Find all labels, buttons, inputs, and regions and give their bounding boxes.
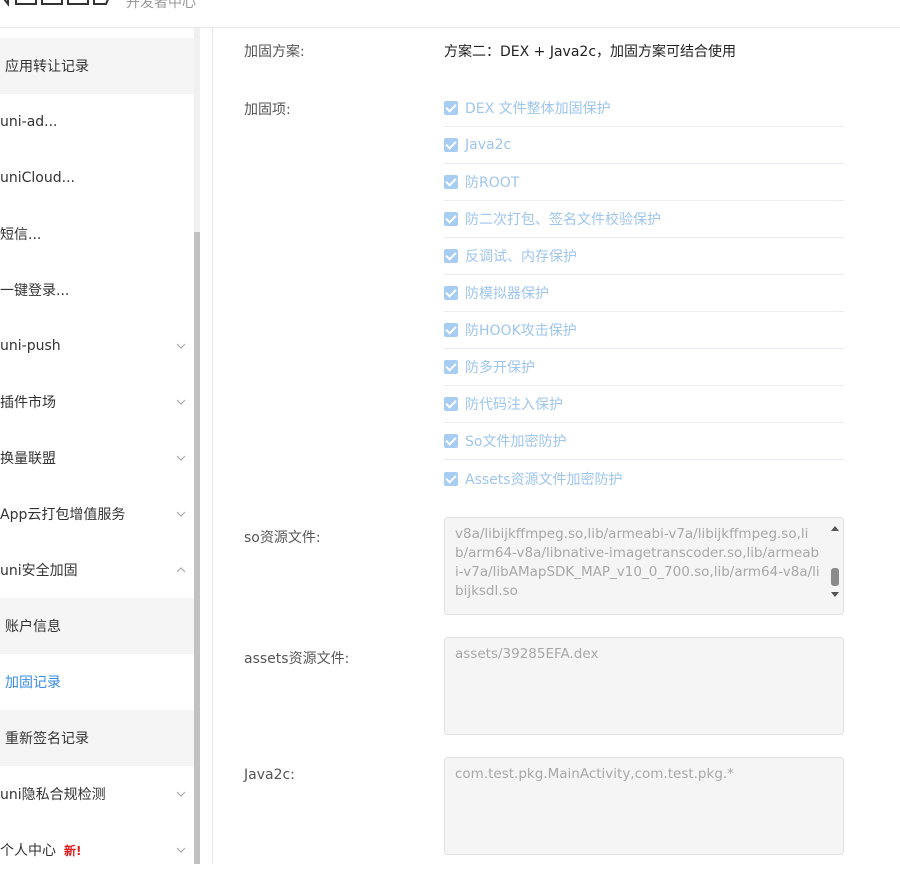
hardening-item-label: Assets资源文件加密防护 — [465, 471, 623, 488]
assets-files-textarea[interactable]: assets/39285EFA.dex — [444, 637, 844, 735]
sidebar-item-unicloud[interactable]: uniCloud... — [0, 150, 194, 206]
sidebar-item-label: 换量联盟 — [0, 451, 56, 467]
hardening-item-anti-emulator: 防模拟器保护 — [444, 275, 844, 312]
sidebar-item-label: 短信... — [0, 227, 42, 243]
hardening-item-anti-repackage: 防二次打包、签名文件校验保护 — [444, 201, 844, 238]
so-files-textarea[interactable]: v8a/libijkffmpeg.so,lib/armeabi-v7a/libi… — [444, 517, 844, 615]
hardening-item-label: 防HOOK攻击保护 — [465, 323, 577, 339]
hardening-item-dex: DEX 文件整体加固保护 — [444, 90, 844, 127]
sidebar-item-sms[interactable]: 短信... — [0, 206, 194, 262]
assets-files-label: assets资源文件: — [244, 651, 350, 667]
chevron-down-icon — [176, 343, 186, 349]
check-icon — [444, 212, 458, 226]
sidebar-item-label: 重新签名记录 — [5, 731, 89, 747]
hardening-item-label: 防ROOT — [465, 175, 520, 191]
hardening-item-so-encrypt: So文件加密防护 — [444, 423, 844, 460]
sidebar-item-label: App云打包增值服务 — [0, 507, 126, 523]
hardening-item-label: 防多开保护 — [465, 360, 535, 376]
sidebar-item-uni-security-hardening[interactable]: uni安全加固 — [0, 542, 194, 598]
hardening-item-label: 防二次打包、签名文件校验保护 — [465, 212, 661, 228]
sidebar-item-label: uniCloud... — [0, 170, 75, 186]
sidebar-item-app-transfer-records[interactable]: 应用转让记录 — [0, 38, 194, 94]
hardening-item-label: DEX 文件整体加固保护 — [465, 101, 611, 117]
hardening-item-label: 反调试、内存保护 — [465, 249, 577, 265]
so-files-value: v8a/libijkffmpeg.so,lib/armeabi-v7a/libi… — [455, 526, 820, 599]
hardening-item-anti-hook: 防HOOK攻击保护 — [444, 312, 844, 349]
sidebar-item-label: 加固记录 — [5, 675, 61, 691]
check-icon — [444, 175, 458, 189]
sidebar-item-label: 应用转让记录 — [5, 59, 89, 75]
sidebar-item-hardening-records[interactable]: 加固记录 — [0, 654, 194, 710]
sidebar-item-label: uni-push — [0, 338, 61, 354]
sidebar-item-label-wrap: 个人中心 新! — [0, 840, 81, 860]
chevron-down-icon — [176, 455, 186, 461]
sidebar-item-privacy-compliance[interactable]: uni隐私合规检测 — [0, 766, 194, 822]
hardening-item-anti-debug: 反调试、内存保护 — [444, 238, 844, 275]
java2c-value: com.test.pkg.MainActivity,com.test.pkg.* — [455, 766, 734, 782]
scroll-down-icon[interactable] — [831, 592, 839, 597]
hardening-item-anti-multi-open: 防多开保护 — [444, 349, 844, 386]
sidebar-item-label: 个人中心 — [0, 843, 56, 859]
sidebar-item-personal-center[interactable]: 个人中心 新! — [0, 822, 194, 878]
scheme-value: 方案二：DEX + Java2c，加固方案可结合使用 — [444, 44, 737, 60]
check-icon — [444, 471, 458, 486]
new-badge: 新! — [64, 844, 82, 858]
sidebar-item-uni-push[interactable]: uni-push — [0, 318, 194, 374]
chevron-up-icon — [176, 567, 186, 573]
sidebar: 应用转让记录 uni-ad... uniCloud... 短信... 一键登录.… — [0, 28, 200, 878]
check-icon — [444, 138, 458, 152]
hardening-item-assets-encrypt: Assets资源文件加密防护 — [444, 460, 844, 497]
hardening-item-label: Java2c — [465, 137, 512, 153]
scheme-label: 加固方案: — [244, 44, 305, 60]
check-icon — [444, 249, 458, 263]
top-header: 开发者中心 — [0, 0, 900, 28]
dcloud-logo[interactable] — [0, 0, 124, 10]
content-divider — [212, 28, 213, 864]
sidebar-item-app-cloud-packaging[interactable]: App云打包增值服务 — [0, 486, 194, 542]
check-icon — [444, 323, 458, 337]
sidebar-item-label: uni-ad... — [0, 114, 58, 130]
hardening-item-anti-root: 防ROOT — [444, 164, 844, 201]
check-icon — [444, 434, 458, 448]
sidebar-item-resign-records[interactable]: 重新签名记录 — [0, 710, 194, 766]
scrollbar-thumb[interactable] — [831, 568, 839, 586]
check-icon — [444, 360, 458, 374]
sidebar-item-uni-ad[interactable]: uni-ad... — [0, 94, 194, 150]
assets-files-value: assets/39285EFA.dex — [455, 646, 599, 662]
sidebar-item-label: uni隐私合规检测 — [0, 787, 106, 803]
hardening-item-anti-injection: 防代码注入保护 — [444, 386, 844, 423]
hardening-item-label: 防模拟器保护 — [465, 286, 549, 302]
hardening-items-list: DEX 文件整体加固保护 Java2c 防ROOT 防二次打包、签名文件校验保护… — [444, 90, 844, 497]
sidebar-item-plugin-market[interactable]: 插件市场 — [0, 374, 194, 430]
chevron-down-icon — [176, 847, 186, 853]
sidebar-item-account-info[interactable]: 账户信息 — [0, 598, 194, 654]
sidebar-scrollbar-thumb[interactable] — [194, 232, 200, 864]
java2c-textarea[interactable]: com.test.pkg.MainActivity,com.test.pkg.* — [444, 757, 844, 855]
chevron-down-icon — [176, 511, 186, 517]
sidebar-item-traffic-alliance[interactable]: 换量联盟 — [0, 430, 194, 486]
sidebar-item-label: 插件市场 — [0, 395, 56, 411]
scroll-up-icon[interactable] — [831, 526, 839, 531]
java2c-label: Java2c: — [244, 767, 295, 783]
chevron-down-icon — [176, 399, 186, 405]
sidebar-item-label: 一键登录... — [0, 283, 70, 299]
check-icon — [444, 101, 458, 115]
so-files-label: so资源文件: — [244, 530, 321, 546]
check-icon — [444, 397, 458, 411]
hardening-item-label: 防代码注入保护 — [465, 397, 563, 413]
sidebar-item-label: uni安全加固 — [0, 563, 78, 579]
sidebar-item-one-click-login[interactable]: 一键登录... — [0, 262, 194, 318]
hardening-item-java2c: Java2c — [444, 127, 844, 164]
hardening-items-label: 加固项: — [244, 102, 291, 118]
hardening-item-label: So文件加密防护 — [465, 434, 567, 450]
sidebar-item-label: 账户信息 — [5, 619, 61, 635]
check-icon — [444, 286, 458, 300]
so-files-scrollbar[interactable] — [828, 520, 842, 604]
chevron-down-icon — [176, 791, 186, 797]
header-subtitle: 开发者中心 — [126, 0, 196, 11]
